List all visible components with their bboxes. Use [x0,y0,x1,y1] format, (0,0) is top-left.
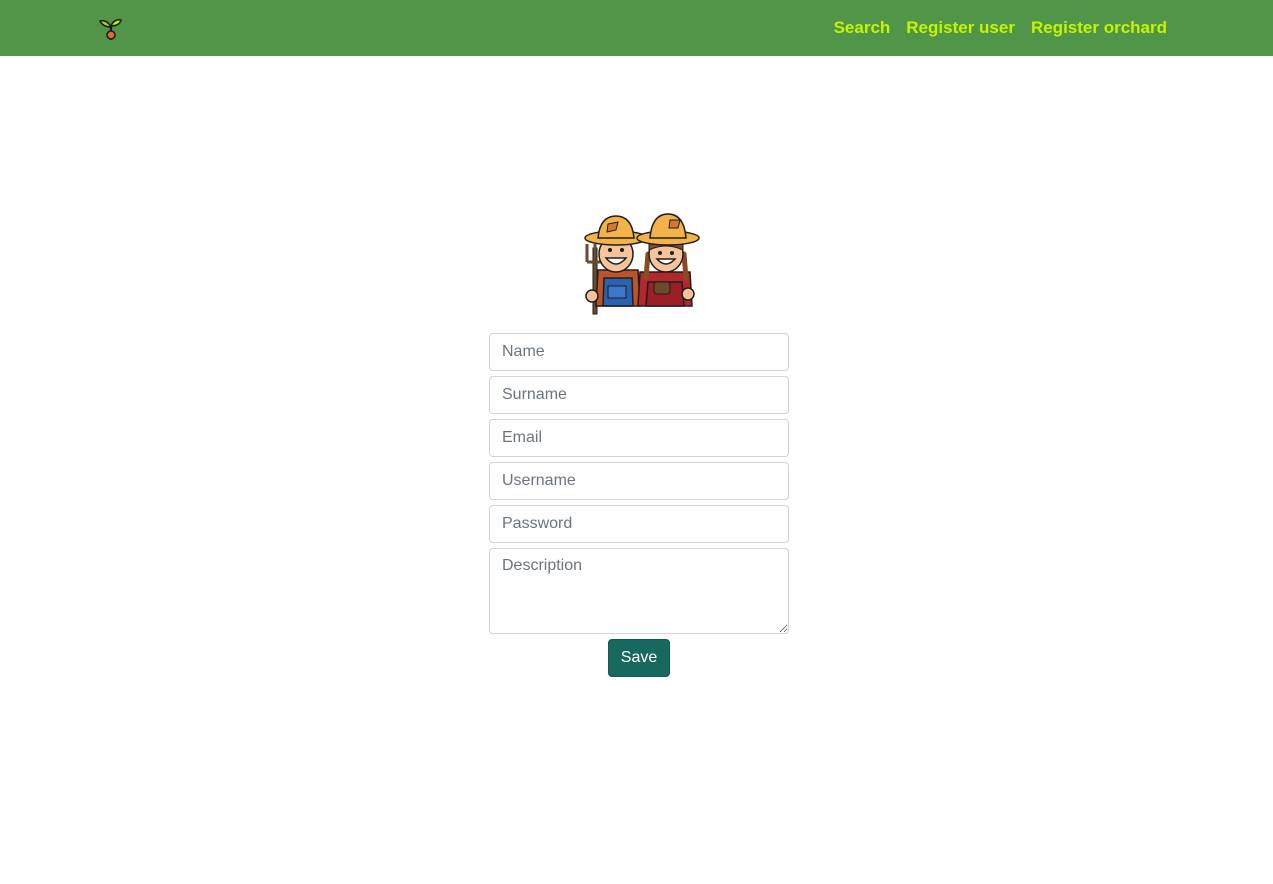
sprout-icon[interactable] [98,15,124,41]
save-button-wrapper: Save [489,639,789,677]
description-textarea[interactable] [489,548,789,634]
nav-link-search[interactable]: Search [834,18,891,38]
surname-input[interactable] [489,376,789,414]
nav-links: Search Register user Register orchard [834,0,1167,56]
name-input[interactable] [489,333,789,371]
password-input[interactable] [489,505,789,543]
top-navbar: Search Register user Register orchard [0,0,1273,56]
nav-link-register-user[interactable]: Register user [906,18,1015,38]
save-button[interactable]: Save [607,639,671,677]
register-user-form: Save [489,333,789,677]
email-input[interactable] [489,419,789,457]
nav-link-register-orchard[interactable]: Register orchard [1031,18,1167,38]
username-input[interactable] [489,462,789,500]
farmers-illustration [584,213,700,315]
